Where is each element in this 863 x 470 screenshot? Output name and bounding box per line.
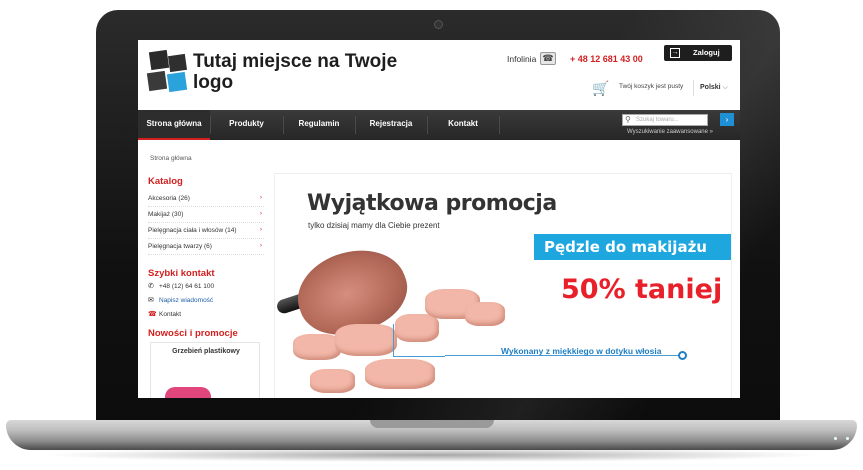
phone-number: + 48 12 681 43 00 <box>570 54 643 64</box>
nav-item-contact[interactable]: Kontakt <box>427 110 499 140</box>
contact-phone: ✆ +48 (12) 64 61 100 <box>148 282 214 290</box>
infolinia-label: Infolinia <box>507 54 537 64</box>
nav-item-terms[interactable]: Regulamin <box>283 110 355 140</box>
category-label: Pielęgnacja ciała i włosów (14) <box>148 227 237 234</box>
category-label: Makijaż (30) <box>148 211 184 218</box>
status-led <box>834 437 837 440</box>
site-header: Tutaj miejsce na Twoje logo Infolinia ☎ … <box>138 40 740 110</box>
powder-piece <box>335 324 397 356</box>
powder-piece <box>310 369 355 393</box>
envelope-icon: ✉ <box>148 297 154 304</box>
search-input[interactable]: Szukaj towaru... <box>622 114 708 126</box>
chevron-right-icon: › <box>260 211 262 217</box>
powder-piece <box>465 302 505 326</box>
webcam <box>434 20 443 29</box>
language-select[interactable]: Polski ⌵ <box>693 80 733 96</box>
callout-line <box>393 356 445 357</box>
chevron-right-icon: › <box>260 195 262 201</box>
nav-item-home[interactable]: Strona główna <box>138 110 210 140</box>
chevron-right-icon: › <box>260 227 262 233</box>
featured-product-image <box>165 387 211 398</box>
laptop-shadow <box>40 448 823 462</box>
phone-icon: ✆ <box>148 283 154 290</box>
featured-product-card[interactable]: Grzebień plastikowy <box>150 342 260 398</box>
contact-icon: ☎ <box>148 311 157 318</box>
chevron-right-icon: › <box>260 243 262 249</box>
contact-phone-text: +48 (12) 64 61 100 <box>159 283 215 290</box>
login-button[interactable]: → Zaloguj <box>664 45 732 61</box>
cart-icon[interactable]: 🛒 <box>592 80 609 96</box>
contact-message[interactable]: ✉ Napisz wiadomość <box>148 296 213 304</box>
powder-piece <box>293 334 341 360</box>
breadcrumb[interactable]: Strona główna <box>150 155 192 162</box>
status-led <box>846 437 849 440</box>
main-nav: Strona główna Produkty Regulamin Rejestr… <box>138 110 740 140</box>
nav-item-products[interactable]: Produkty <box>210 110 283 140</box>
logo-text[interactable]: Tutaj miejsce na Twoje logo <box>193 51 413 93</box>
powder-piece <box>395 314 439 342</box>
search-icon: ⚲ <box>625 115 631 124</box>
search-button[interactable]: › <box>720 113 734 126</box>
login-icon: → <box>670 48 680 58</box>
promo-title: Wyjątkowa promocja <box>307 191 557 216</box>
promo-annotation: Wykonany z miękkiego w dotyku włosia <box>501 346 662 356</box>
category-label: Akcesoria (26) <box>148 195 190 202</box>
contact-link[interactable]: Kontakt <box>159 311 181 318</box>
cart-status[interactable]: Twój koszyk jest pusty <box>619 83 683 90</box>
telephone-icon: ☎ <box>540 52 556 65</box>
contact-message-link[interactable]: Napisz wiadomość <box>159 297 213 304</box>
category-item[interactable]: Pielęgnacja ciała i włosów (14) › <box>148 224 264 239</box>
featured-product-name[interactable]: Grzebień plastikowy <box>151 348 261 355</box>
login-label: Zaloguj <box>693 48 720 57</box>
nav-item-register[interactable]: Rejestracja <box>355 110 427 140</box>
promo-discount: 50% taniej <box>561 274 723 305</box>
chevron-down-icon: ⌵ <box>722 84 728 91</box>
contact-link-row[interactable]: ☎ Kontakt <box>148 310 181 318</box>
category-item[interactable]: Pielęgnacja twarzy (6) › <box>148 240 264 255</box>
promo-band: Pędzle do makijażu <box>534 234 731 260</box>
news-heading: Nowości i promocje <box>148 328 238 339</box>
category-item[interactable]: Makijaż (30) › <box>148 208 264 223</box>
promo-subtitle: tylko dzisiaj mamy dla Ciebie prezent <box>308 221 440 230</box>
nav-divider <box>499 116 500 134</box>
screen: Tutaj miejsce na Twoje logo Infolinia ☎ … <box>138 40 740 398</box>
quick-contact-heading: Szybki kontakt <box>148 268 215 279</box>
language-value: Polski <box>700 84 721 91</box>
callout-line <box>393 324 394 356</box>
category-label: Pielęgnacja twarzy (6) <box>148 243 212 250</box>
carousel-dots[interactable] <box>675 392 707 398</box>
promo-banner[interactable]: Wyjątkowa promocja tylko dzisiaj mamy dl… <box>274 173 732 398</box>
catalog-heading: Katalog <box>148 176 183 187</box>
callout-circle-icon <box>678 351 687 360</box>
laptop-base-notch <box>370 420 494 428</box>
advanced-search-link[interactable]: Wyszukiwanie zaawansowane » <box>627 129 713 135</box>
logo-icon[interactable] <box>146 49 190 95</box>
powder-piece <box>365 359 435 389</box>
category-item[interactable]: Akcesoria (26) › <box>148 192 264 207</box>
